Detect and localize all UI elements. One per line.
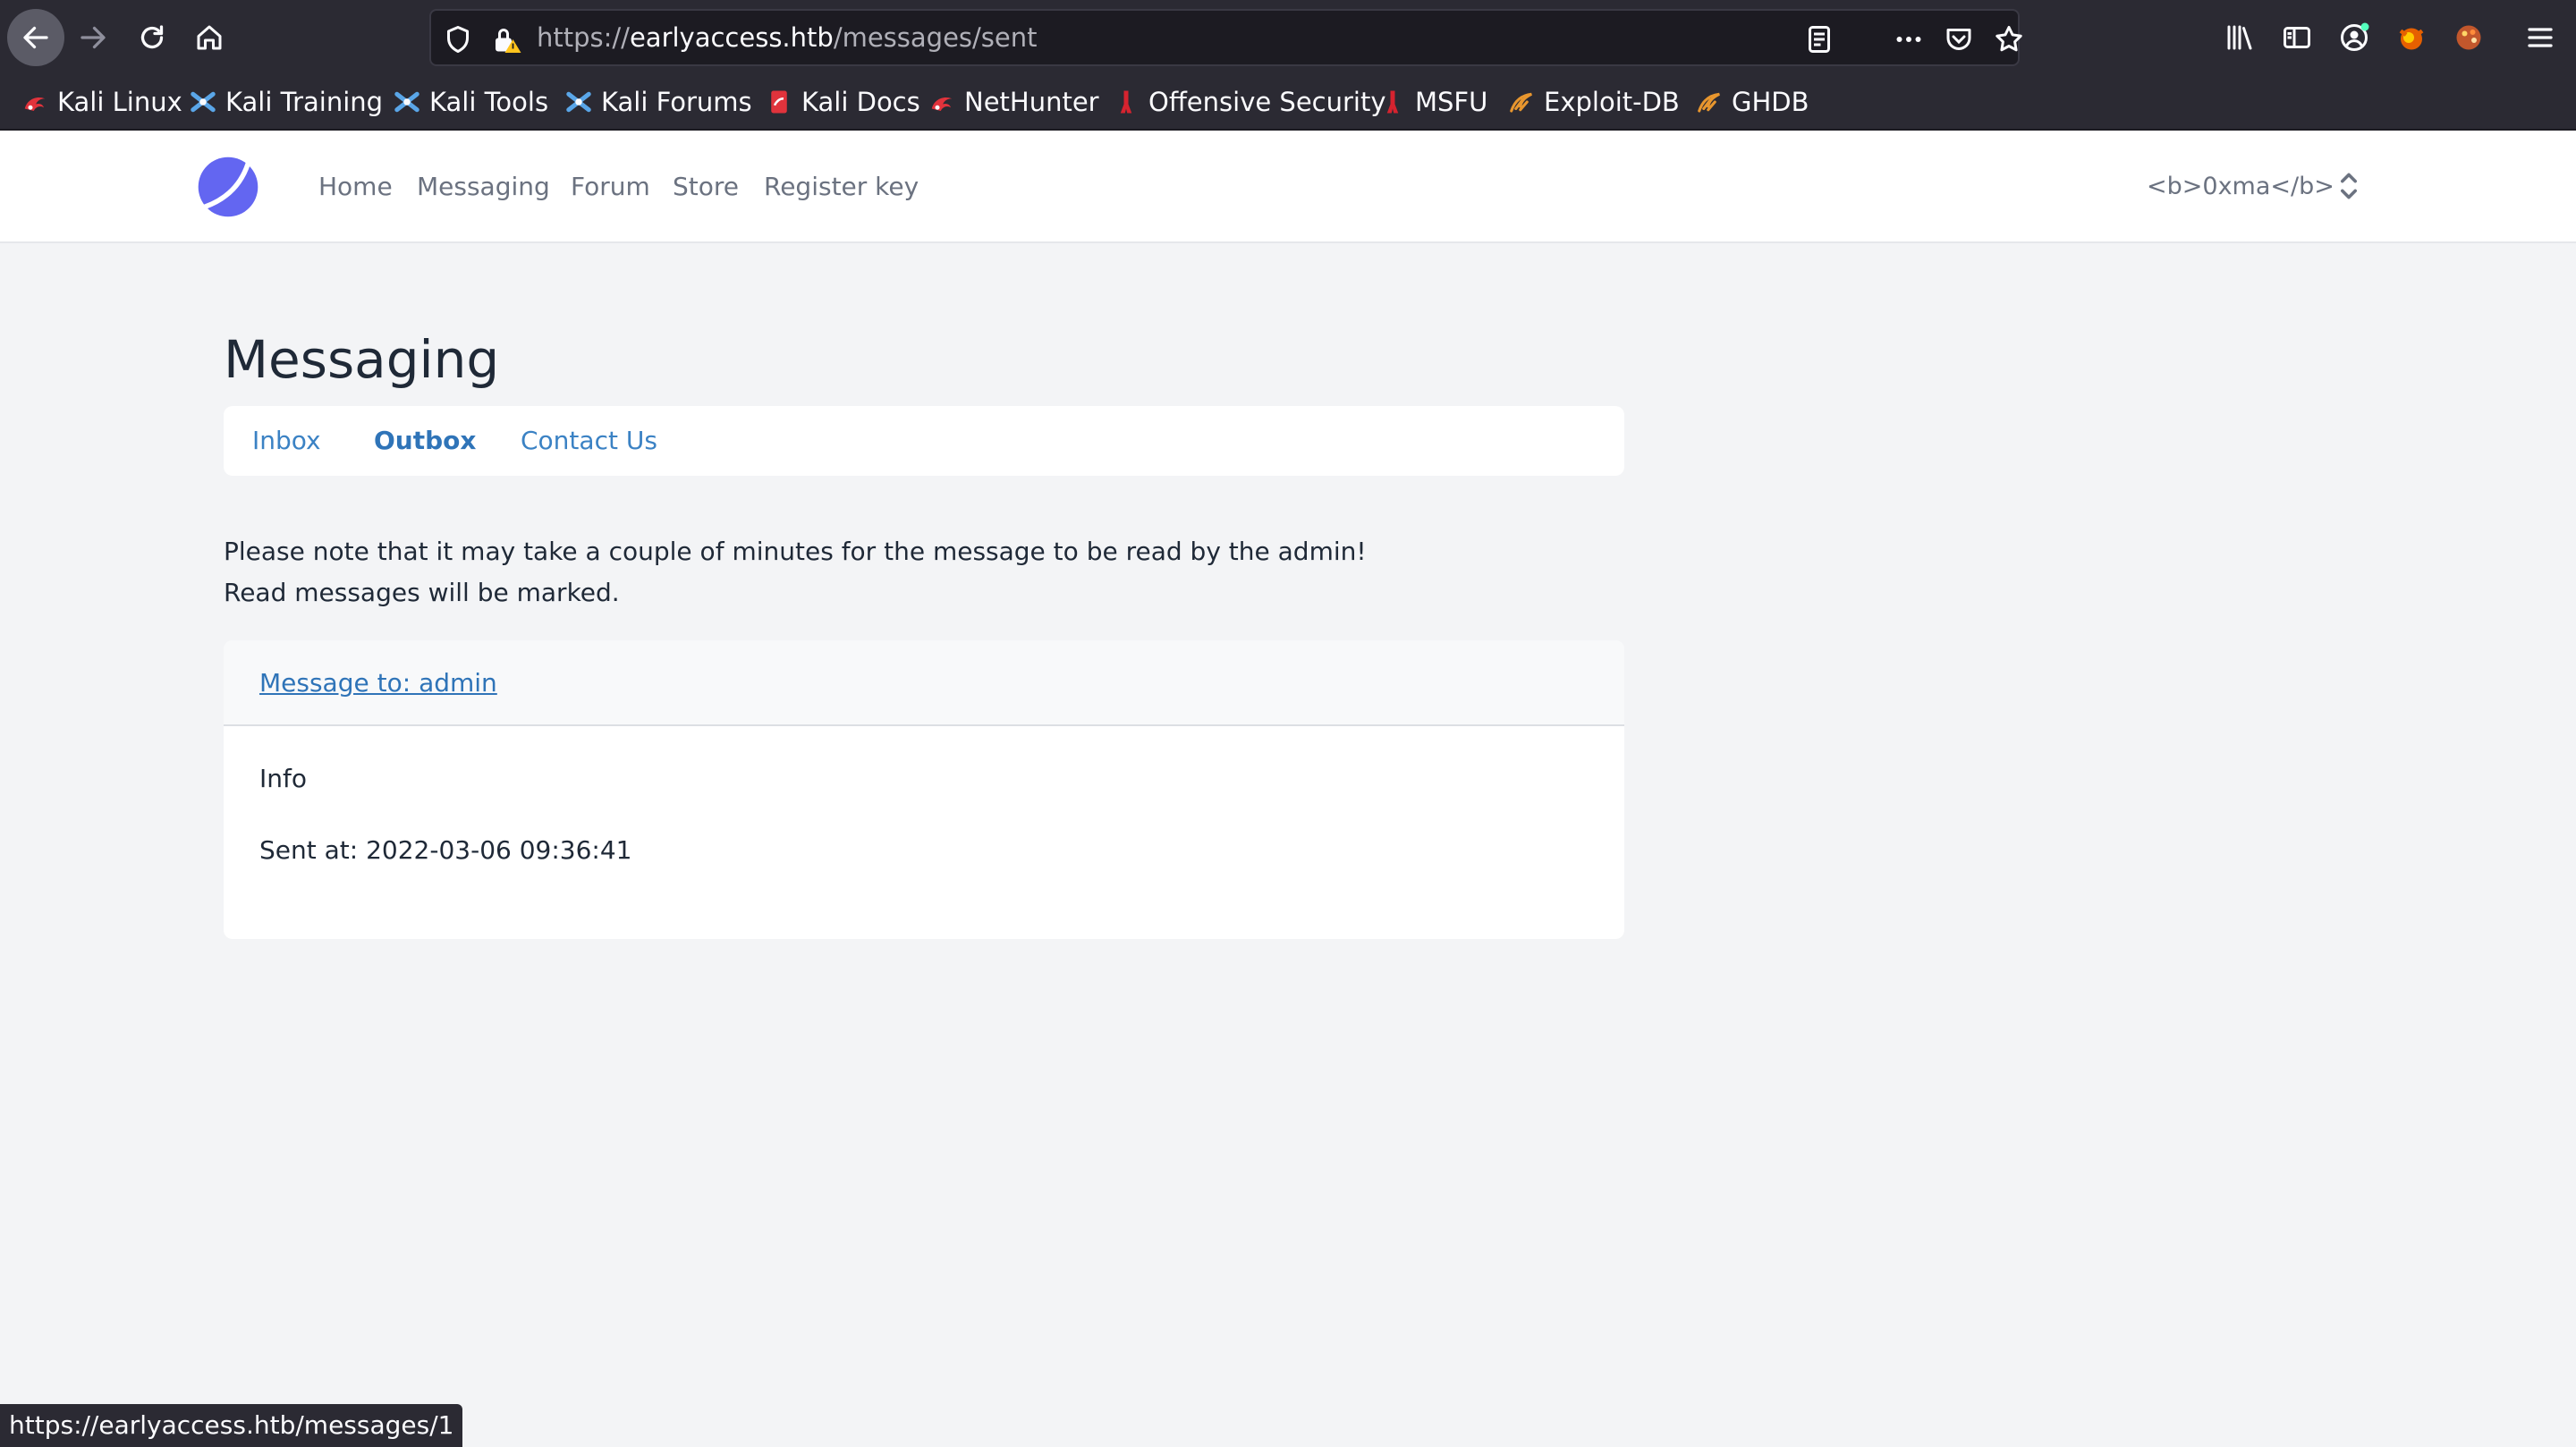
message-card: Message to: admin Info Sent at: 2022-03-… bbox=[224, 640, 1624, 939]
kali-dragon-icon bbox=[24, 97, 46, 111]
kali-docs-icon bbox=[771, 90, 787, 114]
home-icon bbox=[197, 25, 222, 50]
shield-icon[interactable] bbox=[442, 23, 474, 55]
nav-messaging[interactable]: Messaging bbox=[417, 131, 550, 243]
forward-button[interactable] bbox=[64, 9, 122, 66]
tab-contact-us[interactable]: Contact Us bbox=[521, 406, 657, 476]
forward-icon bbox=[80, 26, 106, 49]
page-title: Messaging bbox=[224, 329, 500, 390]
kali-tools-icon bbox=[394, 91, 419, 113]
offsec-icon bbox=[1120, 90, 1132, 114]
status-bar-url: https://earlyaccess.htb/messages/1 bbox=[0, 1404, 463, 1447]
site-logo-icon[interactable] bbox=[195, 154, 261, 220]
menu-icon[interactable] bbox=[2524, 21, 2556, 54]
back-button[interactable] bbox=[7, 9, 64, 66]
site-header: Home Messaging Forum Store Register key … bbox=[0, 131, 2576, 243]
home-button[interactable] bbox=[181, 9, 238, 66]
notice-text: Please note that it may take a couple of… bbox=[224, 531, 1367, 613]
palette-icon[interactable] bbox=[2453, 21, 2485, 54]
account-icon[interactable] bbox=[2338, 21, 2370, 54]
bookmark-label: Kali Training bbox=[225, 87, 384, 117]
nav-register-key[interactable]: Register key bbox=[764, 131, 919, 243]
bookmark-label: Kali Linux bbox=[57, 87, 182, 117]
bookmark-label: Exploit-DB bbox=[1544, 87, 1680, 117]
reload-button[interactable] bbox=[123, 9, 181, 66]
bookmark-label: MSFU bbox=[1415, 87, 1488, 117]
bookmark-kali-training[interactable]: Kali Training bbox=[190, 75, 383, 129]
bookmark-kali-forums[interactable]: Kali Forums bbox=[565, 75, 752, 129]
bookmark-msfu[interactable]: MSFU bbox=[1379, 75, 1487, 129]
ghdb-icon bbox=[1698, 92, 1720, 113]
sidebar-icon[interactable] bbox=[2281, 21, 2313, 54]
url-bar[interactable]: https://earlyaccess.htb/messages/sent bbox=[429, 9, 2022, 66]
exploit-db-icon bbox=[1510, 92, 1532, 113]
nav-home[interactable]: Home bbox=[318, 131, 393, 243]
bookmark-exploit-db[interactable]: Exploit-DB bbox=[1508, 75, 1680, 129]
reload-icon bbox=[140, 25, 164, 49]
message-sent-at: Sent at: 2022-03-06 09:36:41 bbox=[259, 835, 632, 865]
bookmark-label: Kali Forums bbox=[601, 87, 752, 117]
user-menu[interactable]: <b>0xma</b> bbox=[2147, 131, 2334, 243]
bookmark-label: Kali Tools bbox=[429, 87, 549, 117]
message-link[interactable]: Message to: admin bbox=[259, 640, 497, 726]
browser-toolbar: https://earlyaccess.htb/messages/sent bbox=[0, 0, 2576, 75]
nav-store[interactable]: Store bbox=[673, 131, 739, 243]
url-path: /messages/sent bbox=[833, 22, 1038, 53]
bookmark-nethunter[interactable]: NetHunter bbox=[928, 75, 1099, 129]
bookmark-kali-tools[interactable]: Kali Tools bbox=[394, 75, 548, 129]
insecure-lock-icon[interactable] bbox=[490, 23, 522, 55]
bookmark-label: GHDB bbox=[1732, 87, 1809, 117]
bookmark-label: Offensive Security bbox=[1148, 87, 1386, 117]
reader-view-icon[interactable] bbox=[1803, 23, 1835, 55]
bookmark-ghdb[interactable]: GHDB bbox=[1696, 75, 1809, 129]
bookmark-label: Kali Docs bbox=[801, 87, 920, 117]
message-card-header: Message to: admin bbox=[224, 640, 1624, 726]
kali-training-icon bbox=[191, 91, 216, 113]
back-icon bbox=[23, 26, 48, 49]
notice-line-1: Please note that it may take a couple of… bbox=[224, 537, 1367, 566]
message-subject: Info bbox=[259, 764, 307, 793]
bookmarks-bar: Kali Linux Kali Training Kali Tools Kali… bbox=[0, 75, 2576, 131]
bookmark-kali-docs[interactable]: Kali Docs bbox=[766, 75, 920, 129]
chevron-up-down-icon[interactable] bbox=[2336, 170, 2361, 202]
nethunter-icon bbox=[931, 97, 953, 111]
extension-icon[interactable] bbox=[2395, 21, 2428, 54]
notice-line-2: Read messages will be marked. bbox=[224, 578, 620, 607]
url-scheme: https:// bbox=[537, 22, 630, 53]
url-text[interactable]: https://earlyaccess.htb/messages/sent bbox=[537, 11, 1038, 64]
more-icon[interactable] bbox=[1893, 23, 1925, 55]
star-icon[interactable] bbox=[1993, 23, 2025, 55]
nav-forum[interactable]: Forum bbox=[571, 131, 650, 243]
bookmark-offensive-security[interactable]: Offensive Security bbox=[1113, 75, 1386, 129]
library-icon[interactable] bbox=[2224, 21, 2256, 54]
msfu-icon bbox=[1386, 90, 1399, 114]
url-host: earlyaccess.htb bbox=[629, 22, 834, 53]
bookmark-label: NetHunter bbox=[964, 87, 1099, 117]
bookmark-kali-linux[interactable]: Kali Linux bbox=[21, 75, 182, 129]
kali-forums-icon bbox=[566, 91, 591, 113]
messaging-tabs: Inbox Outbox Contact Us bbox=[224, 406, 1624, 476]
tab-outbox[interactable]: Outbox bbox=[374, 406, 476, 476]
pocket-icon[interactable] bbox=[1943, 23, 1975, 55]
tab-inbox[interactable]: Inbox bbox=[252, 406, 321, 476]
